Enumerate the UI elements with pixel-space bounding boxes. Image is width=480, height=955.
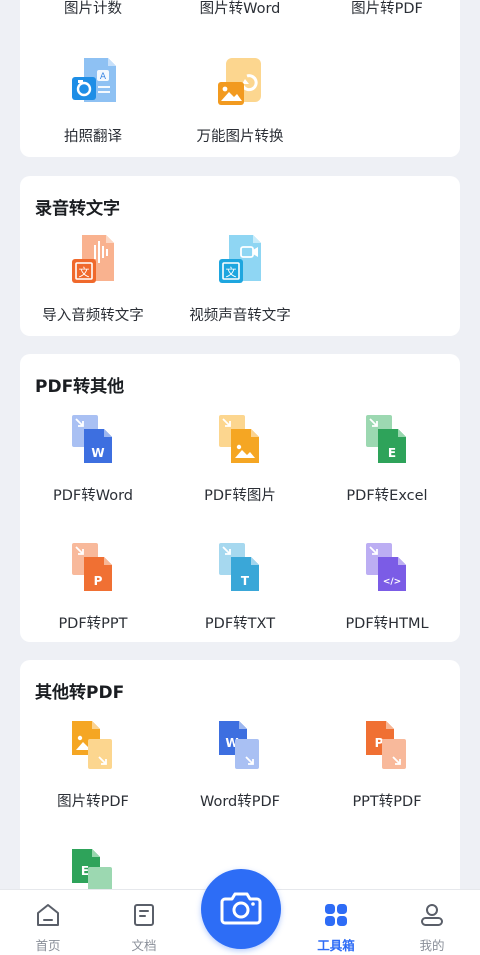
tool-label: 拍照翻译 xyxy=(64,129,122,145)
tool-excel-to-pdf[interactable]: E xyxy=(20,848,166,889)
svg-text:E: E xyxy=(81,864,89,878)
tab-profile[interactable]: 我的 xyxy=(384,890,480,955)
camera-scan-button[interactable] xyxy=(201,869,281,949)
toolbox-icon xyxy=(325,904,347,926)
tool-audio-to-text[interactable]: 文 导入音频转文字 xyxy=(20,232,166,327)
svg-text:E: E xyxy=(388,446,396,460)
tab-toolbox[interactable]: 工具箱 xyxy=(288,890,384,955)
other-to-pdf-card: 其他转PDF 图片转PDF W Word转PDF P PPT转PDF E xyxy=(20,660,460,889)
tool-image-to-pdf-convert[interactable]: 图片转PDF xyxy=(20,720,166,812)
word-to-pdf-icon: W xyxy=(219,721,259,769)
svg-text:文: 文 xyxy=(79,265,90,279)
tool-label: PDF转TXT xyxy=(204,616,276,632)
tool-pdf-to-image[interactable]: PDF转图片 xyxy=(167,414,313,506)
image-to-pdf-icon xyxy=(72,721,112,769)
photo-translate-icon: A xyxy=(72,58,116,102)
tool-pdf-to-ppt[interactable]: P PDF转PPT xyxy=(20,542,166,634)
svg-text:W: W xyxy=(91,446,104,460)
tool-label: 图片转Word xyxy=(199,1,281,17)
tool-photo-translate[interactable]: A 拍照翻译 xyxy=(20,56,166,146)
excel-to-pdf-icon: E xyxy=(72,849,112,889)
video-audio-to-text-icon: 文 xyxy=(219,235,261,283)
section-title: 录音转文字 xyxy=(35,199,120,219)
tool-word-to-pdf[interactable]: W Word转PDF xyxy=(167,720,313,812)
toolbox-scroll-area[interactable]: 图片计数 图片转Word 图片转PDF A 拍照翻译 万能图片转换 录音转文字 … xyxy=(0,0,480,889)
tool-ppt-to-pdf[interactable]: P PPT转PDF xyxy=(314,720,460,812)
pdf-to-word-icon: W xyxy=(72,415,112,463)
tool-image-count[interactable]: 图片计数 xyxy=(20,0,166,20)
tab-label: 首页 xyxy=(35,938,61,953)
camera-icon xyxy=(220,892,262,925)
home-icon xyxy=(37,904,59,926)
svg-text:A: A xyxy=(100,72,107,82)
tool-label: 图片计数 xyxy=(64,1,122,17)
tool-label: 图片转PDF xyxy=(351,1,423,17)
audio-to-text-card: 录音转文字 文 导入音频转文字 文 视频声音转文字 xyxy=(20,176,460,336)
universal-image-convert-icon xyxy=(218,58,261,105)
tab-documents[interactable]: 文档 xyxy=(96,890,192,955)
tool-label: Word转PDF xyxy=(199,794,281,810)
tab-label: 我的 xyxy=(419,938,445,953)
tool-label: 视频声音转文字 xyxy=(189,308,291,324)
document-icon xyxy=(134,904,154,926)
ppt-to-pdf-icon: P xyxy=(366,721,406,769)
tool-label: PDF转图片 xyxy=(204,488,276,504)
tab-label: 工具箱 xyxy=(317,938,355,953)
tool-label: PDF转PPT xyxy=(58,616,128,632)
tool-pdf-to-html[interactable]: </> PDF转HTML xyxy=(314,542,460,634)
tool-label: PDF转Excel xyxy=(346,488,428,504)
pdf-to-excel-icon: E xyxy=(366,415,406,463)
svg-text:</>: </> xyxy=(383,577,401,587)
tool-image-to-pdf[interactable]: 图片转PDF xyxy=(314,0,460,20)
tool-pdf-to-excel[interactable]: E PDF转Excel xyxy=(314,414,460,506)
tool-label: PPT转PDF xyxy=(352,794,422,810)
tool-label: 导入音频转文字 xyxy=(42,308,144,324)
section-title: PDF转其他 xyxy=(35,377,125,397)
audio-to-text-icon: 文 xyxy=(72,235,114,283)
tool-video-audio-to-text[interactable]: 文 视频声音转文字 xyxy=(167,232,313,327)
svg-text:P: P xyxy=(94,574,103,588)
pdf-to-html-icon: </> xyxy=(366,543,406,591)
tool-label: PDF转HTML xyxy=(345,616,429,632)
svg-text:T: T xyxy=(241,574,250,588)
pdf-to-image-icon xyxy=(219,415,259,463)
pdf-to-txt-icon: T xyxy=(219,543,259,591)
tool-pdf-to-txt[interactable]: T PDF转TXT xyxy=(167,542,313,634)
tool-label: PDF转Word xyxy=(52,488,134,504)
tab-label: 文档 xyxy=(131,938,157,953)
section-title: 其他转PDF xyxy=(35,683,125,703)
profile-icon xyxy=(421,904,443,926)
tool-image-to-word[interactable]: 图片转Word xyxy=(167,0,313,20)
pdf-to-other-card: PDF转其他 W PDF转Word PDF转图片 E PDF转Excel P P… xyxy=(20,354,460,642)
image-tools-card: 图片计数 图片转Word 图片转PDF A 拍照翻译 万能图片转换 xyxy=(20,0,460,157)
svg-text:文: 文 xyxy=(226,265,237,279)
tool-label: 万能图片转换 xyxy=(196,129,284,145)
tool-pdf-to-word[interactable]: W PDF转Word xyxy=(20,414,166,506)
tool-universal-image-convert[interactable]: 万能图片转换 xyxy=(167,56,313,146)
pdf-to-ppt-icon: P xyxy=(72,543,112,591)
tool-label: 图片转PDF xyxy=(57,794,129,810)
tab-home[interactable]: 首页 xyxy=(0,890,96,955)
